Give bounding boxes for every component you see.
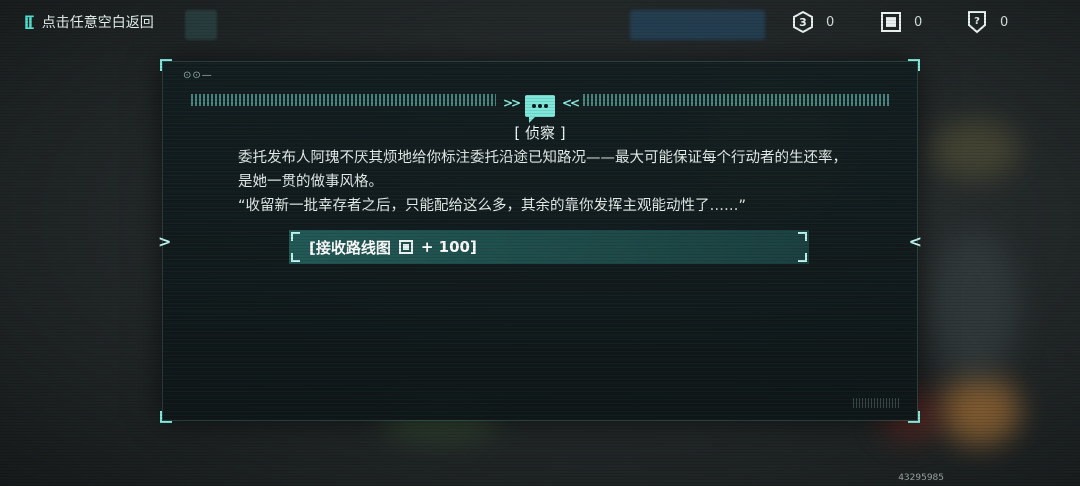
route-map-icon xyxy=(880,11,902,33)
resource-question-badge: ? 0 xyxy=(966,11,1009,34)
body-paragraph: “收留新一批幸存者之后，只能配给这么多，其余的靠你发挥主观能动性了……” xyxy=(238,198,747,214)
dialog-title: [ 侦察 ] xyxy=(514,124,566,142)
question-badge-icon: ? xyxy=(966,11,988,34)
frame-corner xyxy=(160,59,172,71)
back-label: 点击任意空白返回 xyxy=(41,15,154,31)
left-chevron-icon: < xyxy=(908,232,922,251)
resource-value: 0 xyxy=(826,14,835,30)
svg-text:?: ? xyxy=(974,16,980,27)
frame-corner xyxy=(908,411,920,423)
event-dialog: > < ⊙⊙— >> << [ 侦察 ] 委托发布人阿瑰不厌其烦地给你标注委托沿… xyxy=(158,59,922,423)
route-map-icon xyxy=(398,240,413,254)
resource-value: 0 xyxy=(1000,14,1009,30)
dialog-body: 委托发布人阿瑰不厌其烦地给你标注委托沿途已知路况——最大可能保证每个行动者的生还… xyxy=(238,146,848,218)
svg-text:3: 3 xyxy=(799,16,807,29)
back-button[interactable]: [[ 点击任意空白返回 xyxy=(24,12,154,32)
double-bracket-icon: [[ xyxy=(24,13,35,31)
chat-bubble-icon xyxy=(525,95,555,123)
resource-route-map: 0 xyxy=(880,11,922,33)
background-blur xyxy=(930,120,1020,180)
right-chevron-icon: > xyxy=(158,232,172,251)
header-stripe xyxy=(583,94,889,106)
reward-amount: + 100] xyxy=(420,238,477,256)
background-blur xyxy=(940,375,1020,445)
decorative-dots: ⊙⊙— xyxy=(183,70,213,81)
double-chevron-left-icon: << xyxy=(562,96,580,110)
b-token-icon: 3 xyxy=(792,11,814,33)
decorative-barcode xyxy=(853,398,901,408)
background-button-blur xyxy=(185,10,217,40)
resource-value: 0 xyxy=(914,14,923,30)
header-stripe xyxy=(191,94,496,106)
reward-option-button[interactable]: [接收路线图 + 100] xyxy=(289,230,809,264)
body-paragraph: 委托发布人阿瑰不厌其烦地给你标注委托沿途已知路况——最大可能保证每个行动者的生还… xyxy=(238,150,847,190)
footer-id: 43295985 xyxy=(898,473,944,483)
resource-b-token: 3 0 xyxy=(792,11,834,33)
frame-corner xyxy=(908,59,920,71)
double-chevron-right-icon: >> xyxy=(503,96,521,110)
reward-label: [接收路线图 xyxy=(309,238,391,257)
background-blur xyxy=(930,230,1020,380)
frame-corner xyxy=(160,411,172,423)
background-button-blur xyxy=(630,10,765,40)
